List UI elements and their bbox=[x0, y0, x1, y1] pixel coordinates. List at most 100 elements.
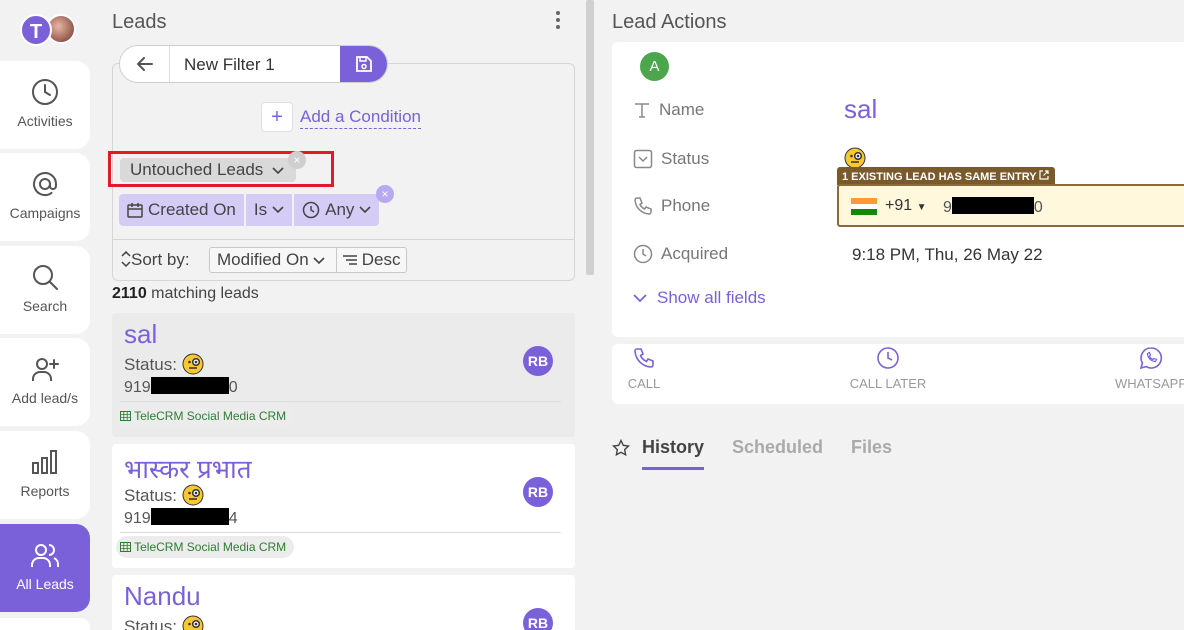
call-later-button[interactable]: CALL LATER bbox=[844, 346, 932, 391]
nav-label: Add lead/s bbox=[11, 390, 79, 406]
assignee-avatar[interactable]: RB bbox=[523, 608, 553, 630]
sort-by-label[interactable]: Sort by: bbox=[121, 250, 190, 270]
lead-phone: 919 0 bbox=[124, 377, 238, 397]
lead-status: Status: bbox=[124, 484, 204, 506]
show-all-fields-link[interactable]: Show all fields bbox=[633, 288, 766, 308]
sort-order-label: Desc bbox=[361, 250, 401, 269]
nav-item-search[interactable]: Search bbox=[0, 246, 90, 334]
field-label-text: Acquired bbox=[661, 244, 729, 263]
more-options-icon[interactable] bbox=[553, 10, 563, 30]
phone-suffix: 4 bbox=[228, 510, 238, 527]
country-code-text: +91 bbox=[885, 197, 913, 214]
save-icon bbox=[355, 56, 372, 72]
condition-value-select[interactable]: Any bbox=[294, 194, 380, 226]
nav-item-more[interactable] bbox=[0, 618, 90, 630]
user-avatar[interactable]: T bbox=[20, 14, 52, 46]
phone-suffix: 0 bbox=[1033, 199, 1043, 216]
call-button[interactable]: CALL bbox=[627, 346, 661, 391]
assignee-avatar[interactable]: RB bbox=[523, 346, 553, 376]
phone-prefix: 9 bbox=[943, 199, 952, 216]
chevron-down-icon bbox=[313, 257, 325, 265]
tab-files[interactable]: Files bbox=[851, 437, 892, 458]
monocle-face-emoji-icon bbox=[182, 615, 204, 630]
match-count-suffix: matching leads bbox=[146, 285, 259, 302]
clock-icon bbox=[633, 244, 653, 264]
sort-lines-icon bbox=[343, 255, 357, 265]
user-avatars[interactable]: T bbox=[20, 14, 76, 48]
nav-item-all-leads[interactable]: All Leads bbox=[0, 524, 90, 612]
clock-icon bbox=[877, 347, 899, 369]
save-filter-button[interactable] bbox=[340, 46, 387, 82]
star-icon[interactable] bbox=[612, 438, 630, 457]
lead-name[interactable]: Nandu bbox=[124, 581, 201, 612]
whatsapp-button[interactable]: WHATSAPP bbox=[1115, 346, 1184, 391]
lead-card[interactable]: sal Status: 919 0 TeleCRM Social Media CR… bbox=[112, 313, 575, 437]
lead-source-badge: TeleCRM Social Media CRM bbox=[116, 405, 295, 427]
add-condition-link[interactable]: Add a Condition bbox=[300, 107, 421, 129]
table-icon bbox=[120, 542, 131, 552]
lead-source-badge: TeleCRM Social Media CRM bbox=[116, 536, 295, 558]
assignee-avatar[interactable]: RB bbox=[523, 477, 553, 507]
match-count: 2110 matching leads bbox=[112, 285, 259, 303]
duplicate-notice-text: 1 EXISTING LEAD HAS SAME ENTRY bbox=[842, 171, 1037, 183]
tab-scheduled[interactable]: Scheduled bbox=[732, 437, 823, 458]
phone-input[interactable]: +91 ▼ 9 0 bbox=[837, 184, 1184, 227]
lead-avatar: A bbox=[640, 52, 669, 81]
filter-name-input[interactable]: New Filter 1 bbox=[184, 55, 275, 75]
redacted-block bbox=[150, 508, 229, 525]
phone-field-label: Phone bbox=[633, 196, 710, 216]
history-tabs: History Scheduled Files bbox=[612, 437, 920, 470]
nav-item-campaigns[interactable]: Campaigns bbox=[0, 153, 90, 241]
chip-label: Untouched Leads bbox=[130, 160, 264, 179]
nav-item-add-leads[interactable]: Add lead/s bbox=[0, 338, 90, 426]
leads-title: Leads bbox=[112, 11, 167, 33]
untouched-leads-chip[interactable]: Untouched Leads bbox=[120, 158, 296, 182]
remove-condition-icon[interactable]: × bbox=[376, 185, 394, 203]
lead-name[interactable]: sal bbox=[124, 319, 157, 350]
lead-phone: 919 4 bbox=[124, 508, 238, 528]
lead-name-value[interactable]: sal bbox=[844, 94, 877, 125]
external-link-icon bbox=[1039, 170, 1050, 180]
nav-item-reports[interactable]: Reports bbox=[0, 431, 90, 519]
sort-field-select[interactable]: Modified On bbox=[210, 248, 337, 272]
monocle-face-emoji-icon bbox=[182, 484, 204, 506]
tab-history[interactable]: History bbox=[642, 437, 705, 470]
back-button[interactable] bbox=[120, 46, 170, 82]
phone-prefix: 919 bbox=[124, 379, 151, 396]
panel-resizer[interactable] bbox=[586, 0, 594, 275]
condition-operator-select[interactable]: Is bbox=[245, 194, 293, 226]
bar-chart-icon bbox=[32, 450, 57, 474]
nav-label: Search bbox=[22, 298, 68, 314]
duplicate-lead-notice[interactable]: 1 EXISTING LEAD HAS SAME ENTRY bbox=[837, 167, 1056, 185]
clock-icon bbox=[302, 201, 320, 219]
add-condition-button[interactable]: + bbox=[261, 102, 293, 132]
sort-field-label: Modified On bbox=[217, 250, 309, 269]
sort-order-toggle[interactable]: Desc bbox=[337, 248, 400, 272]
monocle-face-emoji-icon bbox=[182, 353, 204, 375]
phone-prefix: 919 bbox=[124, 510, 151, 527]
india-flag-icon[interactable] bbox=[851, 198, 877, 215]
lead-name[interactable]: भास्कर प्रभात bbox=[124, 450, 252, 486]
lead-card[interactable]: Nandu Status: RB bbox=[112, 575, 575, 630]
status-field-label: Status bbox=[633, 149, 709, 169]
condition-field-select[interactable]: Created On bbox=[119, 194, 244, 226]
remove-chip-icon[interactable]: × bbox=[288, 151, 306, 169]
monocle-face-emoji-icon[interactable] bbox=[844, 147, 866, 169]
status-label: Status: bbox=[124, 617, 177, 630]
status-label: Status: bbox=[124, 355, 177, 374]
phone-suffix: 0 bbox=[228, 379, 238, 396]
field-label-text: Name bbox=[659, 100, 705, 119]
country-code-select[interactable]: +91 ▼ bbox=[885, 197, 927, 215]
add-user-icon bbox=[32, 358, 59, 381]
sort-arrows-icon bbox=[121, 250, 131, 268]
divider bbox=[120, 532, 561, 533]
condition-field-label: Created On bbox=[148, 200, 236, 219]
lead-actions-title: Lead Actions bbox=[612, 11, 727, 33]
lead-card[interactable]: भास्कर प्रभात Status: 919 4 TeleCRM Socia… bbox=[112, 444, 575, 568]
lead-source-text: TeleCRM Social Media CRM bbox=[134, 540, 287, 554]
search-icon bbox=[33, 265, 58, 290]
nav-item-activities[interactable]: Activities bbox=[0, 61, 90, 149]
redacted-block bbox=[150, 377, 229, 394]
divider bbox=[120, 401, 561, 402]
condition-value-label: Any bbox=[325, 200, 355, 219]
